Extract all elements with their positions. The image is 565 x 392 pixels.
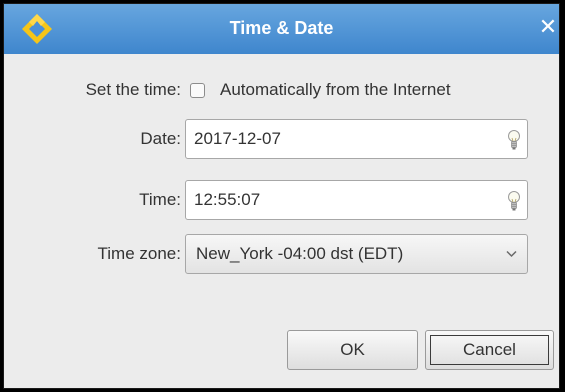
time-field[interactable]: 12:55:07 xyxy=(185,180,528,220)
window-title: Time & Date xyxy=(229,18,334,38)
timezone-select[interactable]: New_York -04:00 dst (EDT) xyxy=(185,234,528,274)
cancel-button[interactable]: Cancel xyxy=(425,330,554,370)
ok-button[interactable]: OK xyxy=(287,330,418,370)
date-label: Date: xyxy=(140,129,181,148)
time-date-dialog: Time & Date ✕ Set the time: Automaticall… xyxy=(3,3,560,389)
title-bar[interactable]: Time & Date ✕ xyxy=(4,4,559,54)
timezone-value[interactable]: New_York -04:00 dst (EDT) xyxy=(196,244,403,264)
lightbulb-icon[interactable] xyxy=(507,190,521,212)
auto-time-checkbox[interactable] xyxy=(190,83,205,98)
set-time-label: Set the time: xyxy=(85,80,181,99)
date-field[interactable]: 2017-12-07 xyxy=(185,119,528,159)
close-button[interactable]: ✕ xyxy=(537,15,559,41)
time-label: Time: xyxy=(139,190,181,209)
timezone-label: Time zone: xyxy=(97,244,181,263)
cancel-button-label: Cancel xyxy=(430,335,549,365)
date-value[interactable]: 2017-12-07 xyxy=(194,129,281,149)
lightbulb-icon[interactable] xyxy=(507,129,521,151)
chevron-down-icon[interactable] xyxy=(506,250,517,258)
auto-time-checkbox-label[interactable]: Automatically from the Internet xyxy=(220,80,451,100)
time-value[interactable]: 12:55:07 xyxy=(194,190,260,210)
